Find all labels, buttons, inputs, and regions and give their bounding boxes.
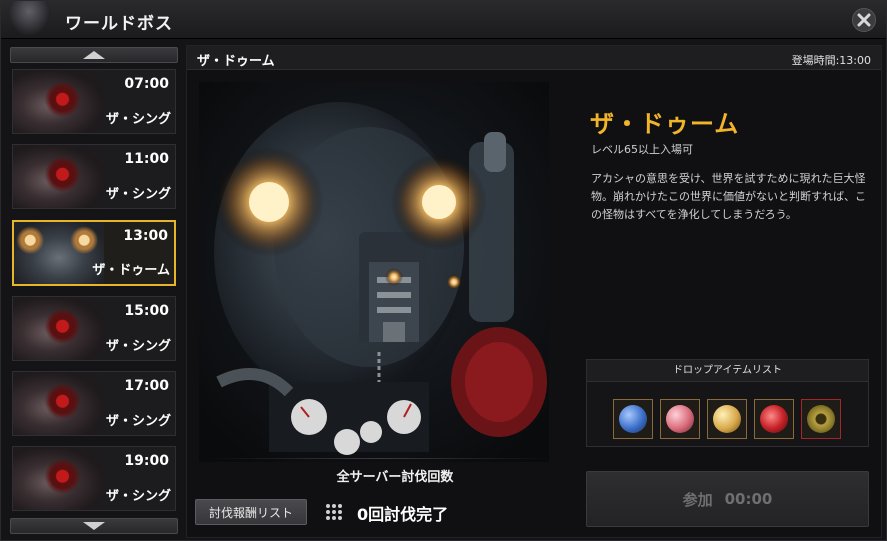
slot-time: 17:00 [124, 378, 169, 394]
drop-item-slot[interactable] [660, 399, 700, 439]
title-bar: ワールドボス [1, 1, 886, 39]
red-crystal-icon [760, 405, 788, 433]
panel-boss-name: ザ・ドゥーム [197, 54, 275, 69]
drop-list-header: ドロップアイテムリスト [587, 360, 868, 382]
appear-time: 登場時間:13:00 [791, 54, 871, 67]
boss-slot[interactable]: 17:00 ザ・シング [12, 371, 176, 436]
boss-slot[interactable]: 15:00 ザ・シング [12, 296, 176, 361]
boss-slot[interactable]: 11:00 ザ・シング [12, 144, 176, 209]
join-label: 参加 [682, 490, 713, 509]
slot-time: 15:00 [124, 303, 169, 319]
boss-slot[interactable]: 07:00 ザ・シング [12, 69, 176, 134]
level-requirement: レベル65以上入場可 [591, 143, 693, 156]
boss-thumbnail [13, 70, 103, 133]
boss-artwork [199, 82, 549, 462]
drop-item-slot[interactable] [707, 399, 747, 439]
slot-boss-name: ザ・ドゥーム [92, 263, 170, 278]
boss-thumbnail [13, 447, 103, 510]
slot-boss-name: ザ・シング [105, 187, 171, 202]
drop-item-slot[interactable] [754, 399, 794, 439]
slot-time: 13:00 [123, 228, 168, 244]
boss-title: ザ・ドゥーム [590, 110, 740, 138]
boss-slot-selected[interactable]: 13:00 ザ・ドゥーム [12, 220, 176, 286]
join-timer: 00:00 [724, 490, 773, 508]
kill-count-value: 0回討伐完了 [357, 505, 449, 524]
world-boss-window: ワールドボス 07:00 ザ・シング 11:00 ザ・シング 13:00 ザ・ド… [0, 0, 887, 541]
slot-boss-name: ザ・シング [105, 112, 171, 127]
slot-boss-name: ザ・シング [105, 339, 171, 354]
boss-thumbnail [13, 145, 103, 208]
close-icon [857, 13, 871, 27]
boss-thumbnail [14, 222, 104, 284]
blue-gem-icon [619, 405, 647, 433]
reward-list-button[interactable]: 討伐報酬リスト [195, 499, 307, 525]
slot-time: 11:00 [124, 151, 169, 167]
close-button[interactable] [852, 8, 876, 32]
join-button[interactable]: 参加 00:00 [586, 471, 869, 527]
grid-dots-icon [326, 504, 342, 520]
pink-gem-icon [666, 405, 694, 433]
scroll-up-button[interactable] [10, 47, 178, 63]
boss-thumbnail [13, 372, 103, 435]
gold-gem-icon [713, 405, 741, 433]
boss-description: アカシャの意思を受け、世界を試すために現れた巨大怪物。崩れかけたこの世界に価値が… [591, 172, 866, 221]
boss-thumbnail [13, 297, 103, 360]
panel-header: ザ・ドゥーム 登場時間:13:00 [187, 46, 881, 70]
boss-detail-panel: ザ・ドゥーム 登場時間:13:00 全サーバー討伐回数 討伐報酬リスト 0回討伐… [186, 45, 882, 538]
slot-time: 19:00 [124, 453, 169, 469]
boss-slot[interactable]: 19:00 ザ・シング [12, 446, 176, 511]
divider [207, 458, 552, 459]
boss-emblem-icon [7, 1, 51, 35]
slot-time: 07:00 [124, 76, 169, 92]
chevron-down-icon [83, 522, 105, 530]
schedule-list: 07:00 ザ・シング 11:00 ザ・シング 13:00 ザ・ドゥーム 15:… [6, 44, 180, 538]
scroll-down-button[interactable] [10, 518, 178, 534]
chevron-up-icon [83, 51, 105, 59]
slot-boss-name: ザ・シング [105, 414, 171, 429]
drop-item-slot[interactable] [613, 399, 653, 439]
window-title: ワールドボス [65, 14, 173, 34]
bronze-disc-icon [807, 405, 835, 433]
drop-item-list: ドロップアイテムリスト [586, 359, 869, 447]
drop-item-slot[interactable] [801, 399, 841, 439]
kill-count-label: 全サーバー討伐回数 [336, 470, 454, 485]
drop-items-row [613, 399, 841, 439]
slot-boss-name: ザ・シング [105, 489, 171, 504]
